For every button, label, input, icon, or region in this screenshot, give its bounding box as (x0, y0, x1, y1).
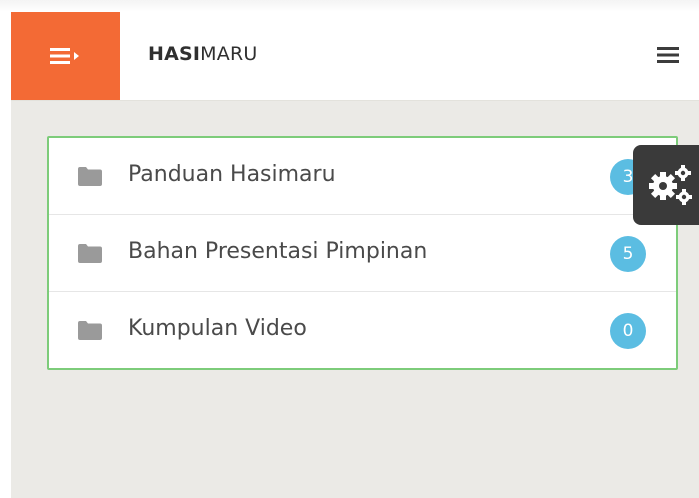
main-content: Panduan Hasimaru 3 Bahan Presentasi Pimp… (11, 101, 699, 498)
main-menu-button[interactable] (657, 45, 679, 69)
hamburger-icon (657, 47, 679, 63)
folder-item-bahan-presentasi-pimpinan[interactable]: Bahan Presentasi Pimpinan 5 (49, 215, 676, 292)
brand-light: MARU (200, 43, 258, 65)
count-badge: 0 (610, 313, 646, 349)
count-badge: 5 (610, 236, 646, 272)
folder-icon (78, 244, 102, 263)
brand-bold: HASI (148, 43, 201, 65)
gears-icon (649, 165, 692, 205)
folder-list-panel: Panduan Hasimaru 3 Bahan Presentasi Pimp… (47, 136, 678, 370)
settings-panel-toggle[interactable] (633, 145, 699, 225)
brand-title[interactable]: HASIMARU (148, 43, 257, 65)
sidebar-toggle-button[interactable] (11, 12, 120, 100)
folder-label: Bahan Presentasi Pimpinan (128, 239, 428, 264)
menu-collapse-icon (50, 48, 79, 64)
folder-icon (78, 321, 102, 340)
folder-icon (78, 167, 102, 186)
folder-label: Panduan Hasimaru (128, 162, 336, 187)
app-header: HASIMARU (11, 12, 699, 101)
folder-item-kumpulan-video[interactable]: Kumpulan Video 0 (49, 292, 676, 368)
app-screen: HASIMARU Panduan Hasimaru 3 Bahan Presen… (0, 0, 699, 498)
folder-item-panduan-hasimaru[interactable]: Panduan Hasimaru 3 (49, 138, 676, 215)
folder-label: Kumpulan Video (128, 316, 307, 341)
top-strip (0, 0, 699, 12)
